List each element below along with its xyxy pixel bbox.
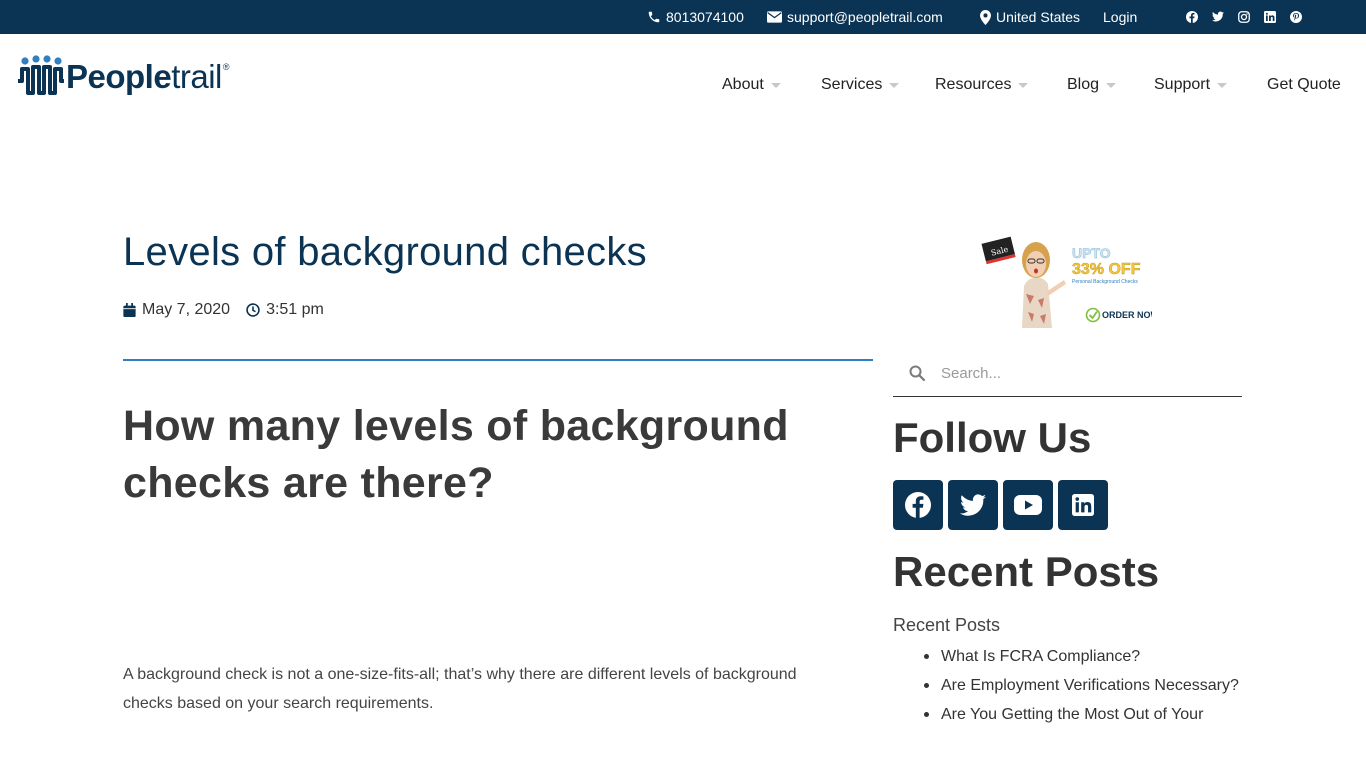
chevron-down-icon [889,82,900,88]
follow-facebook-button[interactable] [893,480,943,530]
envelope-icon [767,11,782,23]
nav-blog[interactable]: Blog [1067,72,1117,98]
follow-social-links [893,480,1113,530]
title-divider [123,359,873,361]
login-link[interactable]: Login [1103,0,1137,34]
facebook-icon [1186,11,1198,23]
pinterest-icon [1290,11,1302,23]
youtube-icon [1014,495,1042,515]
phone-icon [648,11,660,23]
nav-get-quote[interactable]: Get Quote [1267,72,1341,98]
top-bar: 8013074100 support@peopletrail.com Unite… [0,0,1366,34]
linkedin-icon [1072,494,1094,516]
post-meta: May 7, 2020 3:51 pm [123,299,324,321]
sidebar-search [893,350,1242,397]
recent-posts-subtitle: Recent Posts [893,615,1001,635]
nav-resources-label: Resources [935,76,1012,93]
clock-icon [246,303,260,317]
email-address: support@peopletrail.com [787,9,943,25]
nav-blog-label: Blog [1067,76,1100,93]
post-time-text: 3:51 pm [266,301,324,318]
facebook-icon [905,492,931,518]
calendar-icon [123,303,136,317]
promo-upto: UPTO [1072,245,1111,261]
map-marker-icon [980,9,991,25]
recent-post-link[interactable]: Are Employment Verifications Necessary? [924,671,1241,700]
recent-post-link[interactable]: Are You Getting the Most Out of Your [924,700,1241,729]
nav-resources[interactable]: Resources [935,72,1029,98]
chevron-down-icon [770,82,781,88]
promo-order-now: ORDER NOW [1102,310,1152,320]
recent-posts-title: Recent Posts [893,548,1160,595]
nav-support[interactable]: Support [1154,72,1228,98]
post-date[interactable]: May 7, 2020 [123,301,230,319]
follow-twitter-button[interactable] [948,480,998,530]
chevron-down-icon [1018,82,1029,88]
nav-get-quote-label: Get Quote [1267,76,1341,93]
country-label: United States [996,9,1081,25]
twitter-icon [1212,11,1224,23]
nav-support-label: Support [1154,76,1211,93]
linkedin-icon [1264,11,1276,23]
promo-graphic: Sale UPTO 33% OFF Personal Background Ch… [981,236,1160,328]
recent-posts-list: What Is FCRA Compliance? Are Employment … [924,642,1241,729]
twitter-icon [960,494,986,516]
topbar-facebook-link[interactable] [1186,0,1198,34]
post-time: 3:51 pm [246,301,324,319]
sale-promo-banner[interactable]: Sale UPTO 33% OFF Personal Background Ch… [980,234,1160,328]
instagram-icon [1238,11,1250,23]
article-intro: A background check is not a one-size-fit… [123,666,797,712]
nav-services[interactable]: Services [821,72,900,98]
recent-post-link[interactable]: What Is FCRA Compliance? [924,642,1241,671]
phone-link[interactable]: 8013074100 [647,0,744,34]
logo-registered-mark: ® [222,62,230,72]
nav-about[interactable]: About [722,72,781,98]
post-date-text: May 7, 2020 [142,301,231,318]
nav-services-label: Services [821,76,883,93]
follow-youtube-button[interactable] [1003,480,1053,530]
nav-about-label: About [722,76,764,93]
phone-number: 8013074100 [666,9,744,25]
article-heading: How many levels of background checks are… [123,402,789,507]
topbar-pinterest-link[interactable] [1290,0,1302,34]
follow-us-title: Follow Us [893,414,1092,461]
chevron-down-icon [1106,82,1117,88]
chevron-down-icon [1217,82,1228,88]
promo-discount: 33% OFF [1072,261,1141,278]
topbar-twitter-link[interactable] [1212,0,1224,34]
topbar-instagram-link[interactable] [1238,0,1250,34]
email-link[interactable]: support@peopletrail.com [767,0,943,34]
promo-tagline: Personal Background Checks [1072,279,1138,285]
search-input[interactable] [941,364,1231,382]
follow-linkedin-button[interactable] [1058,480,1108,530]
country-selector[interactable]: United States [980,0,1080,34]
topbar-linkedin-link[interactable] [1264,0,1276,34]
main-nav: About Services Resources Blog Support Ge… [0,72,1366,98]
search-icon[interactable] [909,365,925,381]
post-title: Levels of background checks [123,230,647,274]
